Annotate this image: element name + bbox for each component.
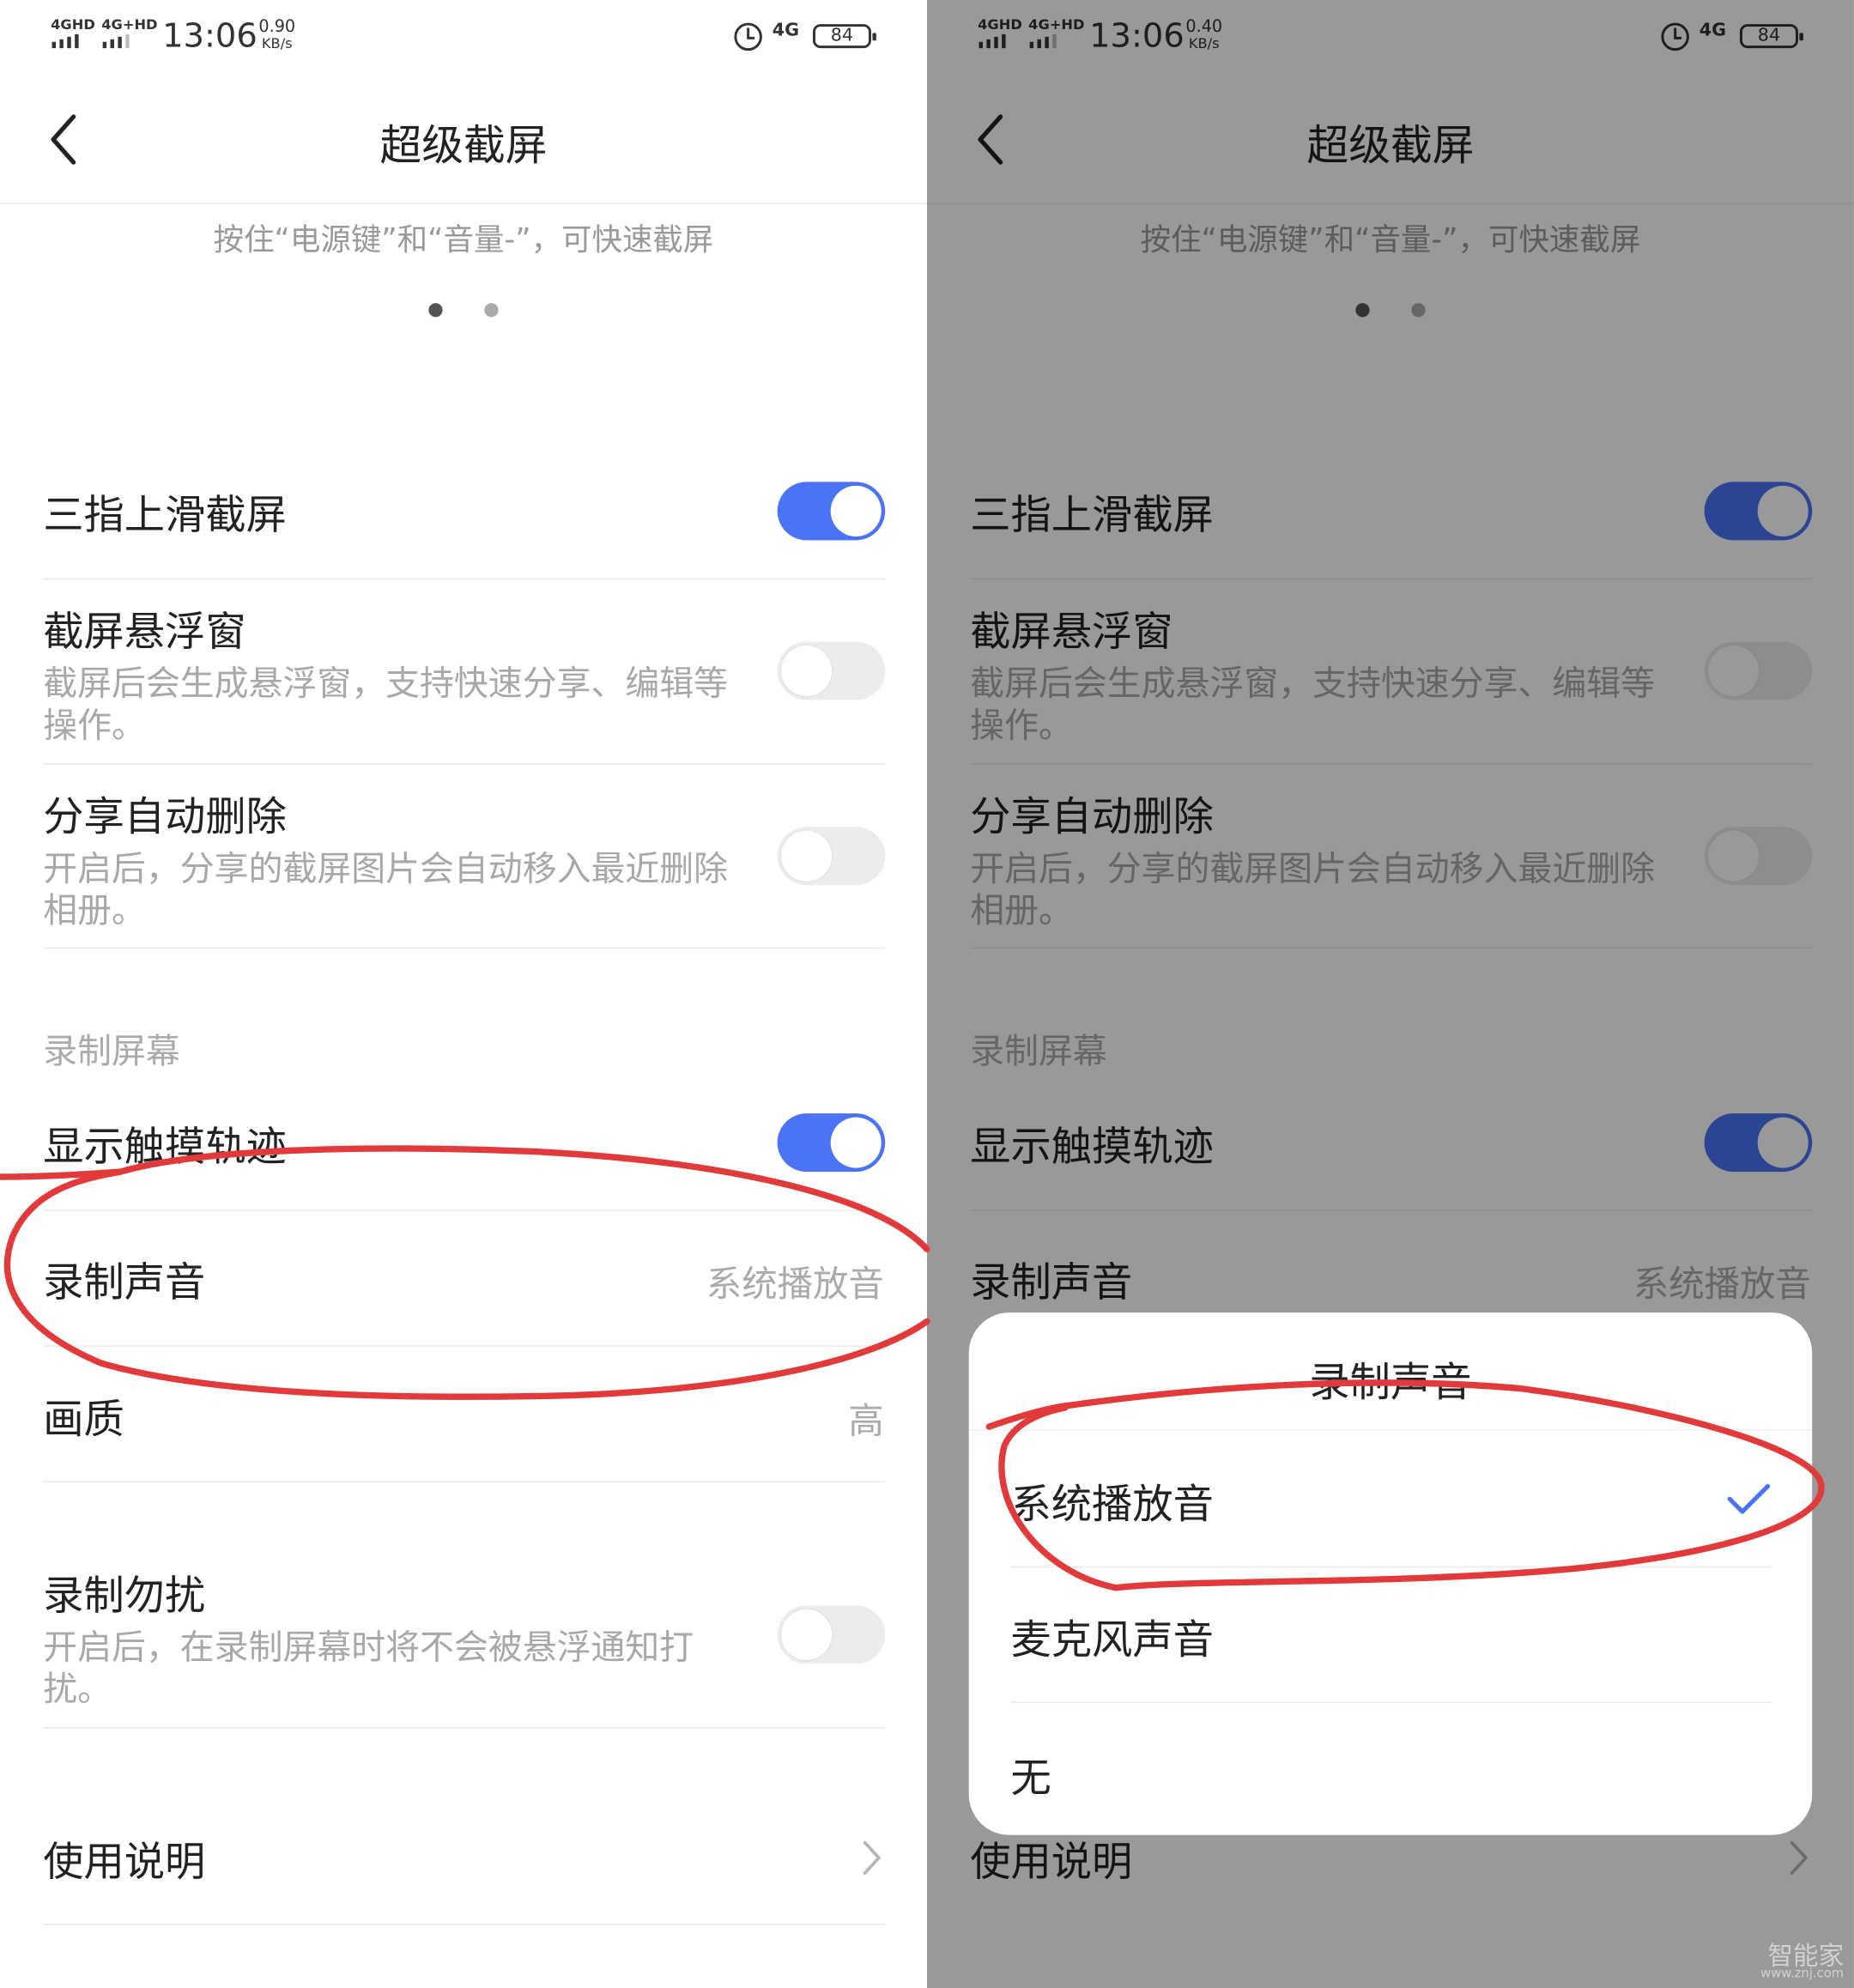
option-system-audio[interactable]: 系统播放音 [1010,1472,1213,1530]
share-delete-toggle[interactable] [777,827,886,886]
row-divider [970,947,1813,949]
right-settings-screen: 4GHD 4G+HD 13:06 0.40 KB/s 4G 84 超级截屏 按住… [926,0,1854,1988]
speed-value: 0.40 [1185,17,1223,37]
float-window-title: 截屏悬浮窗 [43,607,246,656]
option-none[interactable]: 无 [1010,1746,1051,1804]
pager-dot-active[interactable] [428,303,443,318]
battery-icon: 84 [1739,24,1803,49]
record-sound-value[interactable]: 系统播放音 [1633,1257,1811,1307]
row-divider [43,1209,886,1211]
signal-label: 4GHD [51,16,95,33]
alarm-icon [1661,22,1689,52]
touch-trace-toggle[interactable] [777,1113,886,1173]
alarm-icon [734,22,762,52]
signal-label: 4GHD [978,16,1022,33]
float-window-toggle[interactable] [777,641,886,700]
left-settings-screen: 4GHD 4G+HD 13:06 0.90 KB/s 4G 84 超级截屏 按住… [0,0,927,1988]
three-finger-title: 三指上滑截屏 [43,490,287,539]
record-sound-title[interactable]: 录制声音 [43,1251,205,1309]
signal-label: 4G+HD [1028,16,1085,33]
watermark-sub: www.znj.com [1760,1967,1845,1981]
row-divider [43,1727,886,1729]
share-delete-title: 分享自动删除 [43,792,287,841]
three-finger-title: 三指上滑截屏 [970,490,1214,539]
watermark-main: 智能家 [1767,1940,1845,1971]
signal-bars-icon [102,33,130,49]
signal-bars-icon [1029,33,1057,49]
row-divider [970,763,1813,765]
share-delete-toggle[interactable] [1704,827,1813,886]
option-divider [1010,1701,1772,1704]
share-delete-title: 分享自动删除 [970,792,1214,841]
page-title: 超级截屏 [379,120,548,170]
three-finger-toggle[interactable] [1704,482,1813,541]
three-finger-toggle[interactable] [777,482,886,541]
manual-title[interactable]: 使用说明 [970,1830,1132,1888]
checkmark-icon [1727,1483,1771,1514]
clock: 13:06 [1089,17,1184,57]
touch-trace-toggle[interactable] [1704,1113,1813,1173]
network-speed: 0.40 KB/s [1185,19,1222,51]
signal-bars-icon [978,33,1006,49]
row-divider [43,1345,886,1347]
dialog-title: 录制声音 [1309,1358,1472,1407]
network-speed: 0.90 KB/s [258,19,295,51]
pager-dot[interactable] [1411,303,1426,318]
row-divider [43,763,886,765]
section-record-screen: 录制屏幕 [43,1032,180,1072]
manual-title[interactable]: 使用说明 [43,1830,205,1888]
share-delete-desc: 开启后，分享的截屏图片会自动移入最近删除相册。 [970,849,1656,931]
speed-value: 0.90 [258,17,296,37]
record-sound-title[interactable]: 录制声音 [970,1251,1132,1309]
float-window-title: 截屏悬浮窗 [970,607,1173,656]
chevron-right-icon[interactable] [860,1839,883,1876]
float-window-desc: 截屏后会生成悬浮窗，支持快速分享、编辑等操作。 [970,664,1656,746]
dnd-desc: 开启后，在录制屏幕时将不会被悬浮通知打扰。 [43,1627,694,1710]
page-title: 超级截屏 [1306,120,1475,170]
signal-label: 4G+HD [101,16,158,33]
option-microphone[interactable]: 麦克风声音 [1010,1608,1213,1666]
row-divider [970,1209,1813,1211]
clock: 13:06 [162,17,258,57]
quality-title[interactable]: 画质 [43,1387,124,1446]
battery-icon: 84 [813,24,876,49]
section-record-screen: 录制屏幕 [970,1032,1107,1072]
float-window-toggle[interactable] [1704,641,1813,700]
record-sound-value[interactable]: 系统播放音 [706,1257,884,1307]
quality-value[interactable]: 高 [848,1394,883,1445]
pager-dot-active[interactable] [1355,303,1370,318]
speed-unit: KB/s [261,34,293,52]
network-type: 4G [1699,20,1727,41]
screenshot-hint: 按住“电源键”和“音量-”，可快速截屏 [1140,221,1641,258]
network-type: 4G [772,20,800,41]
watermark: 智能家 www.znj.com [1760,1943,1844,1980]
dnd-toggle[interactable] [777,1605,886,1664]
float-window-desc: 截屏后会生成悬浮窗，支持快速分享、编辑等操作。 [43,664,729,746]
chevron-right-icon[interactable] [1787,1839,1810,1876]
touch-trace-title: 显示触摸轨迹 [970,1122,1214,1171]
screenshot-hint: 按住“电源键”和“音量-”，可快速截屏 [213,221,714,258]
speed-unit: KB/s [1188,34,1220,52]
signal-bars-icon [52,33,79,49]
dnd-title: 录制勿扰 [43,1571,206,1620]
touch-trace-title: 显示触摸轨迹 [43,1122,287,1171]
comparison-screenshot: 4GHD 4G+HD 13:06 0.90 KB/s 4G 84 超级截屏 按住… [0,0,1854,1988]
dialog-header-divider [968,1429,1813,1431]
record-sound-dialog: 录制声音 系统播放音 麦克风声音 无 [968,1312,1813,1835]
share-delete-desc: 开启后，分享的截屏图片会自动移入最近删除相册。 [43,849,729,931]
row-divider [43,947,886,949]
pager-dot[interactable] [484,303,499,318]
